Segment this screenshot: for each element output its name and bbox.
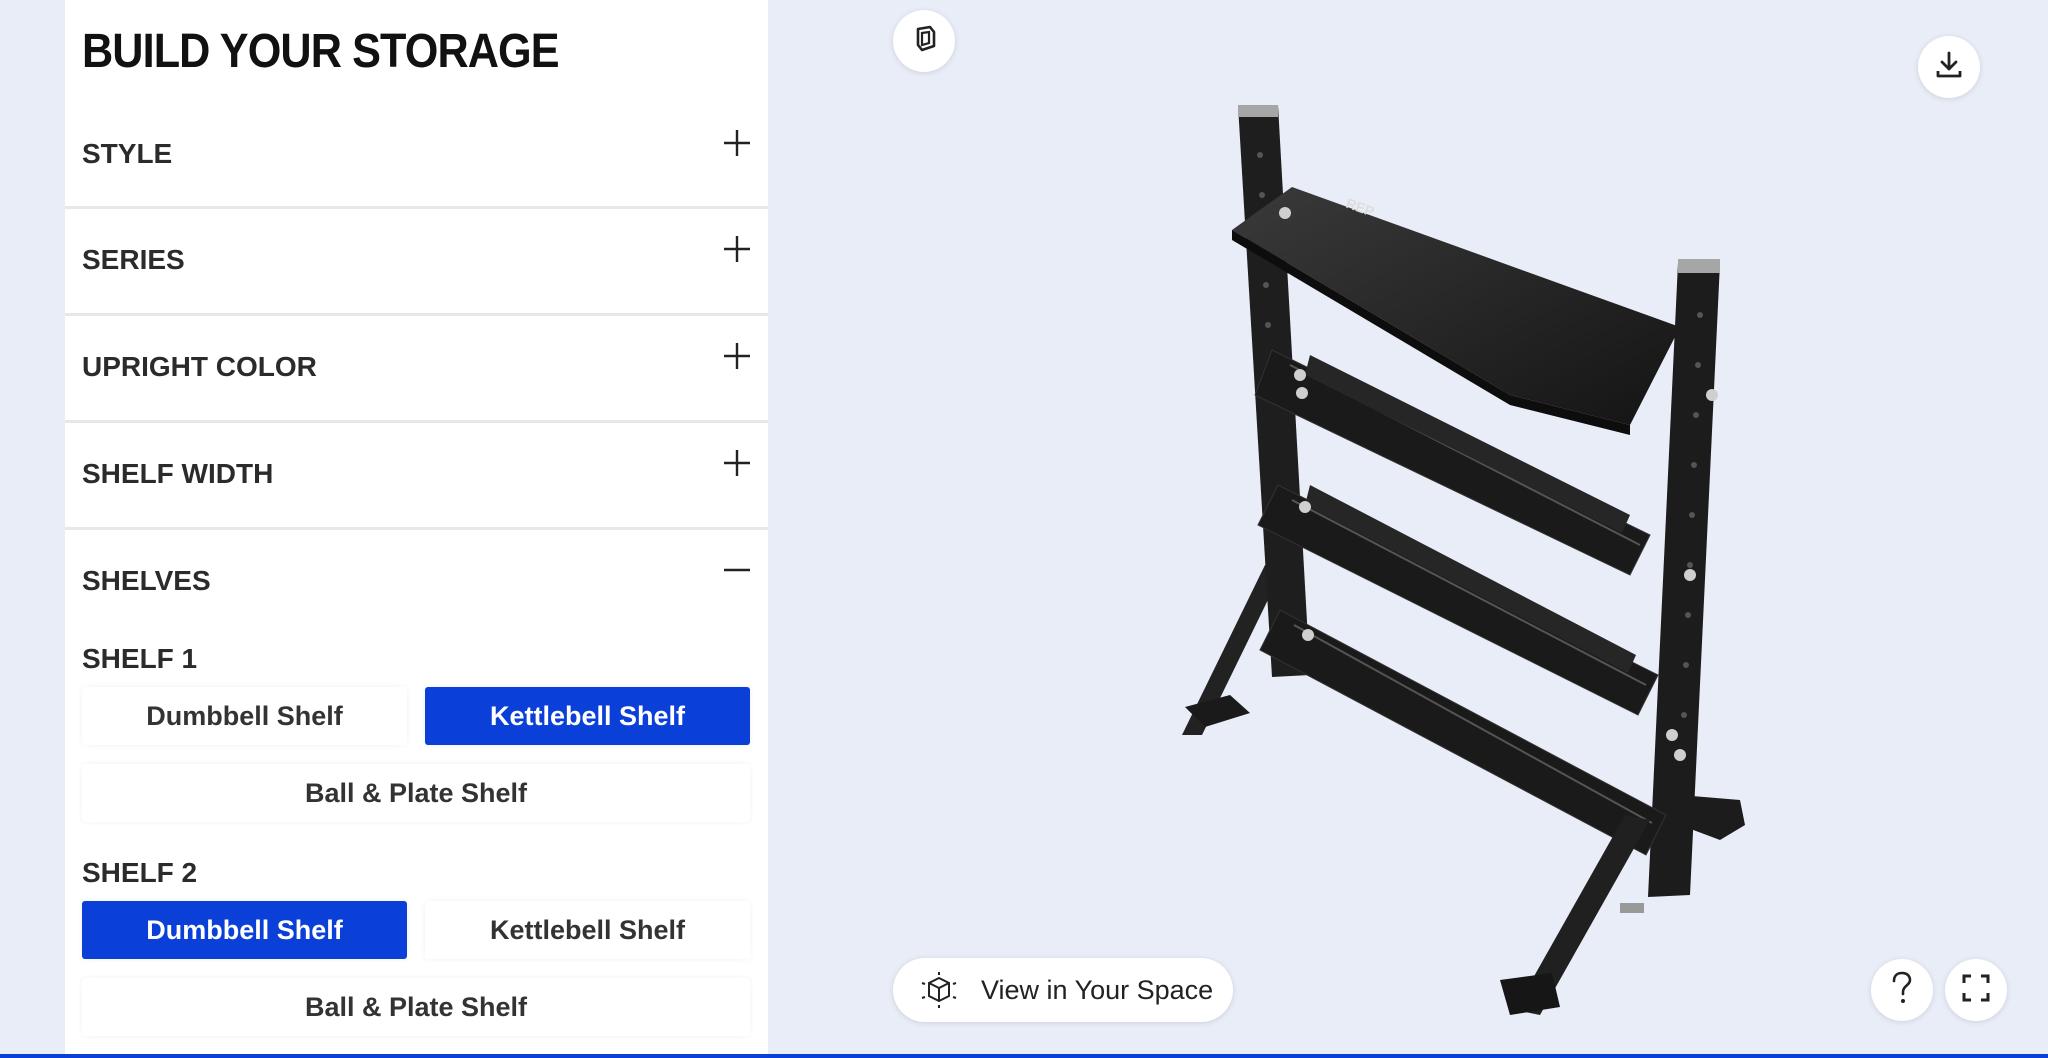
shelf-2-ball-plate-option[interactable]: Ball & Plate Shelf xyxy=(82,978,750,1036)
storage-rack-render[interactable]: REP xyxy=(1160,95,1760,1015)
shelf-1-dumbbell-option[interactable]: Dumbbell Shelf xyxy=(82,687,407,745)
ar-cube-icon xyxy=(919,970,959,1010)
shelf-1-kettlebell-option[interactable]: Kettlebell Shelf xyxy=(425,687,750,745)
expand-plus-icon[interactable] xyxy=(722,128,752,158)
expand-plus-icon[interactable] xyxy=(722,234,752,264)
section-upright-color-title: UPRIGHT COLOR xyxy=(82,351,317,382)
3d-model-icon xyxy=(909,24,939,59)
expand-plus-icon[interactable] xyxy=(722,341,752,371)
3d-model-button[interactable] xyxy=(893,10,955,72)
fullscreen-icon xyxy=(1961,973,1991,1008)
section-shelf-width-title: SHELF WIDTH xyxy=(82,458,274,489)
shelf-2-kettlebell-option[interactable]: Kettlebell Shelf xyxy=(425,901,750,959)
question-mark-icon xyxy=(1888,971,1916,1010)
shelf-1-ball-plate-option[interactable]: Ball & Plate Shelf xyxy=(82,764,750,822)
panel-sections: STYLE SERIES UPRIGHT COLOR SHELF WIDTH S… xyxy=(65,0,768,1058)
section-upright-color-row[interactable]: UPRIGHT COLOR xyxy=(65,316,768,423)
section-style-title: STYLE xyxy=(82,138,173,169)
section-series-row[interactable]: SERIES xyxy=(65,209,768,316)
view-in-your-space-label: View in Your Space xyxy=(981,974,1214,1005)
section-style-row[interactable]: STYLE xyxy=(65,104,768,209)
shelf-2-heading: SHELF 2 xyxy=(82,857,198,888)
view-in-your-space-button[interactable]: View in Your Space xyxy=(893,958,1233,1022)
shelf-1-heading: SHELF 1 xyxy=(82,643,198,674)
shelf-2-dumbbell-option[interactable]: Dumbbell Shelf xyxy=(82,901,407,959)
expand-plus-icon[interactable] xyxy=(722,448,752,478)
download-icon xyxy=(1933,49,1965,86)
section-shelves-row[interactable]: SHELVES xyxy=(65,530,768,630)
help-button[interactable] xyxy=(1871,959,1933,1021)
section-shelves-title: SHELVES xyxy=(82,565,211,596)
collapse-minus-icon[interactable] xyxy=(722,555,752,585)
section-shelf-width-row[interactable]: SHELF WIDTH xyxy=(65,423,768,530)
fullscreen-button[interactable] xyxy=(1945,959,2007,1021)
download-button[interactable] xyxy=(1918,36,1980,98)
section-series-title: SERIES xyxy=(82,244,185,275)
bottom-accent-bar xyxy=(0,1054,2048,1058)
